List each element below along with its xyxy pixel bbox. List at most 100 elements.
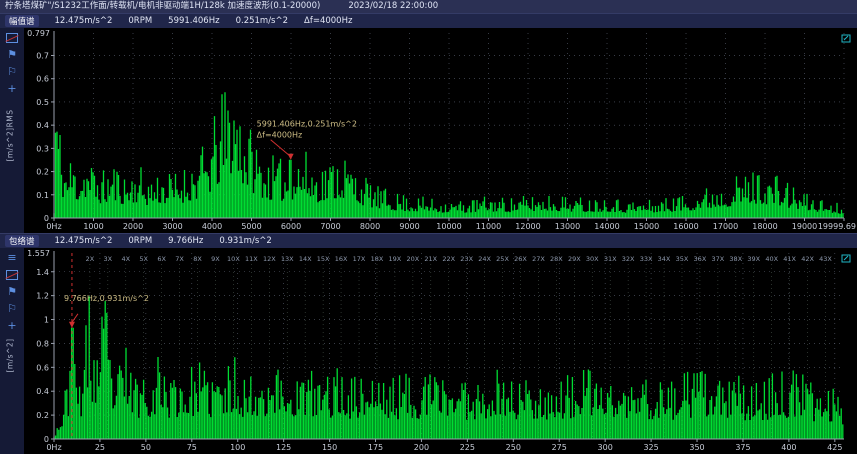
svg-text:75: 75 xyxy=(187,443,197,452)
svg-text:13000: 13000 xyxy=(555,222,580,231)
svg-text:34X: 34X xyxy=(658,255,671,263)
svg-text:200: 200 xyxy=(414,443,429,452)
svg-text:15X: 15X xyxy=(317,255,330,263)
cursor-frequency: 5991.406Hz xyxy=(168,16,219,26)
spectrum-type-label[interactable]: 幅值谱 xyxy=(5,15,39,27)
svg-text:0Hz: 0Hz xyxy=(46,222,61,231)
y-unit-label: [m/s^2]RMS xyxy=(6,95,15,175)
svg-text:31X: 31X xyxy=(604,255,617,263)
envelope-spectrum-plot[interactable]: 2X3X4X5X6X7X8X9X10X11X12X13X14X15X16X17X… xyxy=(24,248,857,454)
cursor-amplitude: 0.931m/s^2 xyxy=(219,236,271,246)
amplitude-spectrum-plot[interactable]: 00.10.20.30.40.50.60.70.7970Hz1000200030… xyxy=(24,28,857,233)
svg-text:8X: 8X xyxy=(193,255,202,263)
svg-text:5000: 5000 xyxy=(241,222,261,231)
svg-text:375: 375 xyxy=(735,443,750,452)
svg-text:39X: 39X xyxy=(747,255,760,263)
cursor-annotation: 9.766Hz,0.931m/s^2 xyxy=(64,294,149,303)
amplitude-spectrum-header: 幅值谱 12.475m/s^2 0RPM 5991.406Hz 0.251m/s… xyxy=(0,13,857,28)
svg-text:42X: 42X xyxy=(801,255,814,263)
svg-text:5X: 5X xyxy=(139,255,148,263)
svg-text:3000: 3000 xyxy=(162,222,182,231)
svg-text:250: 250 xyxy=(506,443,521,452)
svg-text:0.8: 0.8 xyxy=(36,339,49,348)
zoom-region-tool-icon[interactable] xyxy=(4,267,20,282)
svg-text:4000: 4000 xyxy=(202,222,222,231)
svg-text:0.4: 0.4 xyxy=(36,387,49,396)
envelope-toolbar: ≡⚑⚐+[m/s^2] xyxy=(0,248,24,454)
svg-text:Δf=4000Hz: Δf=4000Hz xyxy=(257,131,303,140)
svg-text:125: 125 xyxy=(276,443,291,452)
cursor-flag-tool-icon[interactable]: ⚑ xyxy=(4,284,20,299)
svg-text:11X: 11X xyxy=(245,255,258,263)
svg-text:300: 300 xyxy=(598,443,613,452)
svg-text:50: 50 xyxy=(141,443,151,452)
svg-text:425: 425 xyxy=(827,443,842,452)
spectrum-trace xyxy=(54,296,843,439)
svg-text:15000: 15000 xyxy=(634,222,659,231)
svg-text:175: 175 xyxy=(368,443,383,452)
harmonic-flag-tool-icon[interactable]: ⚐ xyxy=(4,64,20,79)
svg-text:0.797: 0.797 xyxy=(27,29,50,38)
svg-text:1: 1 xyxy=(44,316,49,325)
timestamp: 2023/02/18 22:00:00 xyxy=(348,0,438,13)
svg-text:41X: 41X xyxy=(783,255,796,263)
svg-text:19X: 19X xyxy=(389,255,402,263)
svg-text:9X: 9X xyxy=(211,255,220,263)
svg-text:10000: 10000 xyxy=(436,222,461,231)
svg-text:32X: 32X xyxy=(622,255,635,263)
svg-text:12X: 12X xyxy=(263,255,276,263)
svg-text:225: 225 xyxy=(460,443,475,452)
svg-text:20X: 20X xyxy=(406,255,419,263)
spectrum-type-label[interactable]: 包络谱 xyxy=(5,235,39,247)
pan-tool-icon[interactable]: + xyxy=(4,81,20,96)
svg-text:100: 100 xyxy=(230,443,245,452)
cursor-annotation: 5991.406Hz,0.251m/s^2 xyxy=(257,120,357,129)
svg-text:9000: 9000 xyxy=(399,222,419,231)
svg-text:17000: 17000 xyxy=(713,222,738,231)
cursor-amplitude: 0.251m/s^2 xyxy=(236,16,288,26)
svg-text:10X: 10X xyxy=(227,255,240,263)
svg-text:30X: 30X xyxy=(586,255,599,263)
svg-text:25X: 25X xyxy=(496,255,509,263)
amplitude-chart-body: ⚑⚐+[m/s^2]RMS 00.10.20.30.40.50.60.70.79… xyxy=(0,28,857,233)
svg-text:22X: 22X xyxy=(442,255,455,263)
svg-text:37X: 37X xyxy=(711,255,724,263)
envelope-spectrum-header: 包络谱 12.475m/s^2 0RPM 9.766Hz 0.931m/s^2 xyxy=(0,233,857,248)
svg-text:35X: 35X xyxy=(676,255,689,263)
cursor-flag-tool-icon[interactable]: ⚑ xyxy=(4,47,20,62)
svg-text:0.1: 0.1 xyxy=(36,191,49,200)
svg-text:1000: 1000 xyxy=(83,222,103,231)
svg-text:0.3: 0.3 xyxy=(36,144,49,153)
svg-text:19999.69: 19999.69 xyxy=(818,222,856,231)
svg-text:7000: 7000 xyxy=(320,222,340,231)
svg-text:0.2: 0.2 xyxy=(36,168,49,177)
overall-value: 12.475m/s^2 xyxy=(55,16,113,26)
svg-text:0.2: 0.2 xyxy=(36,411,49,420)
expand-icon[interactable] xyxy=(842,35,850,42)
title-bar: 柠条塔煤矿"/S1232工作面/转载机/电机非驱动端1H/128k 加速度波形(… xyxy=(0,0,857,13)
amplitude-spectrum-panel: 幅值谱 12.475m/s^2 0RPM 5991.406Hz 0.251m/s… xyxy=(0,13,857,233)
harmonic-flag-tool-icon[interactable]: ⚐ xyxy=(4,301,20,316)
expand-icon[interactable] xyxy=(842,255,850,262)
list-tool-icon[interactable]: ≡ xyxy=(4,250,20,265)
svg-text:150: 150 xyxy=(322,443,337,452)
svg-text:0.6: 0.6 xyxy=(36,363,49,372)
svg-text:29X: 29X xyxy=(568,255,581,263)
svg-text:0.6: 0.6 xyxy=(36,75,49,84)
svg-text:6000: 6000 xyxy=(281,222,301,231)
svg-text:16000: 16000 xyxy=(673,222,698,231)
svg-text:6X: 6X xyxy=(157,255,166,263)
cursor-frequency: 9.766Hz xyxy=(168,236,203,246)
amplitude-toolbar: ⚑ ⚐ +[m/s^2]RMS xyxy=(0,28,24,233)
svg-text:43X: 43X xyxy=(819,255,832,263)
svg-text:0.7: 0.7 xyxy=(36,52,49,61)
envelope-chart-body: ≡⚑⚐+[m/s^2] 2X3X4X5X6X7X8X9X10X11X12X13X… xyxy=(0,248,857,454)
svg-text:26X: 26X xyxy=(514,255,527,263)
rpm-value: 0RPM xyxy=(128,236,152,246)
pan-tool-icon[interactable]: + xyxy=(4,318,20,333)
svg-text:4X: 4X xyxy=(121,255,130,263)
zoom-region-tool-icon[interactable] xyxy=(4,30,20,45)
svg-text:18X: 18X xyxy=(371,255,384,263)
svg-text:33X: 33X xyxy=(640,255,653,263)
overall-value: 12.475m/s^2 xyxy=(55,236,113,246)
